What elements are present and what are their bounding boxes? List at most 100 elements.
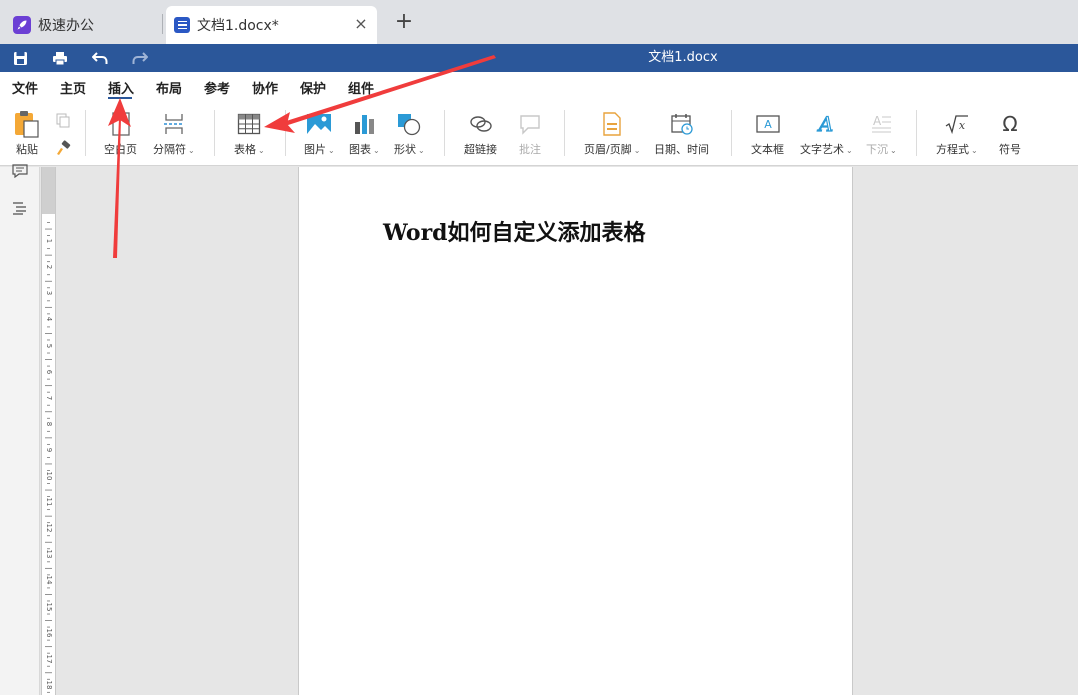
chart-label: 图表	[349, 143, 371, 156]
save-icon[interactable]	[11, 49, 29, 67]
undo-icon[interactable]	[91, 49, 109, 67]
tab-document[interactable]: 文档1.docx* ×	[166, 6, 377, 44]
ribbon-separator	[564, 110, 565, 156]
comment-button[interactable]: 批注	[516, 110, 544, 157]
table-button[interactable]: 表格 ⌄	[234, 110, 265, 157]
chevron-down-icon: ⌄	[890, 146, 897, 155]
menu-home[interactable]: 主页	[60, 78, 86, 97]
picture-icon	[305, 110, 333, 138]
ruler-number: 4	[45, 317, 53, 322]
table-icon	[235, 110, 263, 138]
ruler-number: 14	[45, 575, 53, 585]
ruler-number: 8	[45, 421, 53, 427]
comment-icon	[516, 110, 544, 138]
ruler-number: 18	[45, 680, 53, 690]
ruler-number: 5	[45, 343, 53, 348]
hyperlink-label: 超链接	[464, 143, 497, 156]
ruler-number: 12	[45, 523, 53, 533]
svg-text:Ω: Ω	[1002, 112, 1017, 136]
tab-divider	[162, 14, 163, 34]
shape-label: 形状	[394, 143, 416, 156]
chart-button[interactable]: 图表 ⌄	[349, 110, 380, 157]
header-footer-label: 页眉/页脚	[584, 143, 632, 156]
hyperlink-button[interactable]: 超链接	[464, 110, 497, 157]
copy-icon[interactable]	[55, 112, 71, 128]
chevron-down-icon: ⌄	[328, 146, 335, 155]
omega-icon: Ω	[996, 110, 1024, 138]
square-root-icon: x	[943, 110, 971, 138]
redo-icon[interactable]	[131, 49, 149, 67]
paste-icon	[13, 110, 41, 138]
drop-cap-button[interactable]: A 下沉 ⌄	[866, 110, 897, 157]
menu-plugins[interactable]: 组件	[348, 78, 374, 97]
vertical-ruler[interactable]: 1 2 3 4 5 6 7 8 9 10 11 12 13 14 15 16 17 18	[41, 167, 56, 695]
ruler-number: 16	[45, 628, 53, 638]
ruler-number: 15	[45, 602, 53, 611]
shape-button[interactable]: 形状 ⌄	[394, 110, 425, 157]
wordart-button[interactable]: A 文字艺术 ⌄	[800, 110, 853, 157]
title-bar: 文档1.docx	[0, 44, 1078, 72]
separator-label: 分隔符	[153, 143, 186, 156]
header-footer-button[interactable]: 页眉/页脚 ⌄	[584, 110, 640, 157]
document-page[interactable]: Word如何自定义添加表格	[298, 167, 853, 695]
menu-insert[interactable]: 插入	[108, 78, 134, 97]
left-panel	[0, 164, 40, 695]
calendar-clock-icon	[668, 110, 696, 138]
svg-text:A: A	[873, 114, 882, 128]
chevron-down-icon: ⌄	[971, 146, 978, 155]
ribbon-separator	[444, 110, 445, 156]
rocket-icon	[13, 16, 31, 34]
wordart-icon: A	[812, 110, 840, 138]
ruler-number: 1	[45, 238, 53, 244]
menu-bar: 文件 主页 插入 布局 参考 协作 保护 组件	[0, 72, 1078, 100]
equation-button[interactable]: x 方程式 ⌄	[936, 110, 978, 157]
ribbon-separator	[85, 110, 86, 156]
paste-label: 粘贴	[16, 143, 38, 156]
tab-home[interactable]: 极速办公	[0, 6, 162, 44]
menu-collaborate[interactable]: 协作	[252, 78, 278, 97]
document-title: 文档1.docx	[648, 50, 718, 65]
tab-home-label: 极速办公	[38, 18, 94, 34]
ribbon-toolbar: 粘贴 空白页 分隔符 ⌄ 表格 ⌄ 图片 ⌄ 图表 ⌄ 形状 ⌄ 超链接 批注 …	[0, 100, 1078, 166]
symbol-label: 符号	[999, 143, 1021, 156]
blank-page-button[interactable]: 空白页	[104, 110, 137, 157]
navigation-icon[interactable]	[12, 200, 28, 216]
paste-button[interactable]: 粘贴	[13, 110, 41, 157]
drop-cap-label: 下沉	[866, 143, 888, 156]
ruler-number: 9	[45, 447, 53, 453]
symbol-button[interactable]: Ω 符号	[996, 110, 1024, 157]
page-break-icon	[160, 110, 188, 138]
ribbon-separator	[916, 110, 917, 156]
ruler-number: 2	[45, 264, 53, 270]
wordart-label: 文字艺术	[800, 143, 844, 156]
svg-text:A: A	[817, 112, 833, 136]
picture-button[interactable]: 图片 ⌄	[304, 110, 335, 157]
add-tab-button[interactable]: +	[394, 11, 414, 33]
svg-text:x: x	[959, 119, 966, 132]
menu-layout[interactable]: 布局	[156, 78, 182, 97]
tab-bar: 极速办公 文档1.docx* × +	[0, 0, 1078, 44]
tab-document-label: 文档1.docx*	[197, 18, 279, 34]
comment-label: 批注	[519, 143, 541, 156]
menu-file[interactable]: 文件	[12, 78, 38, 97]
ribbon-separator	[731, 110, 732, 156]
date-time-button[interactable]: 日期、时间	[654, 110, 709, 157]
ruler-number: 17	[45, 654, 53, 664]
menu-references[interactable]: 参考	[204, 78, 230, 97]
separator-button[interactable]: 分隔符 ⌄	[153, 110, 195, 157]
header-footer-icon	[598, 110, 626, 138]
format-painter-icon[interactable]	[55, 140, 71, 156]
ribbon-separator	[214, 110, 215, 156]
comments-icon[interactable]	[12, 163, 28, 179]
menu-protect[interactable]: 保护	[300, 78, 326, 97]
textbox-button[interactable]: A 文本框	[751, 110, 784, 157]
chevron-down-icon: ⌄	[258, 146, 265, 155]
chevron-down-icon: ⌄	[373, 146, 380, 155]
ruler-number: 7	[45, 395, 53, 400]
svg-text:A: A	[764, 118, 772, 131]
document-heading: Word如何自定义添加表格	[383, 220, 646, 246]
print-icon[interactable]	[51, 49, 69, 67]
shapes-icon	[395, 110, 423, 138]
close-icon[interactable]: ×	[353, 16, 369, 32]
picture-label: 图片	[304, 143, 326, 156]
